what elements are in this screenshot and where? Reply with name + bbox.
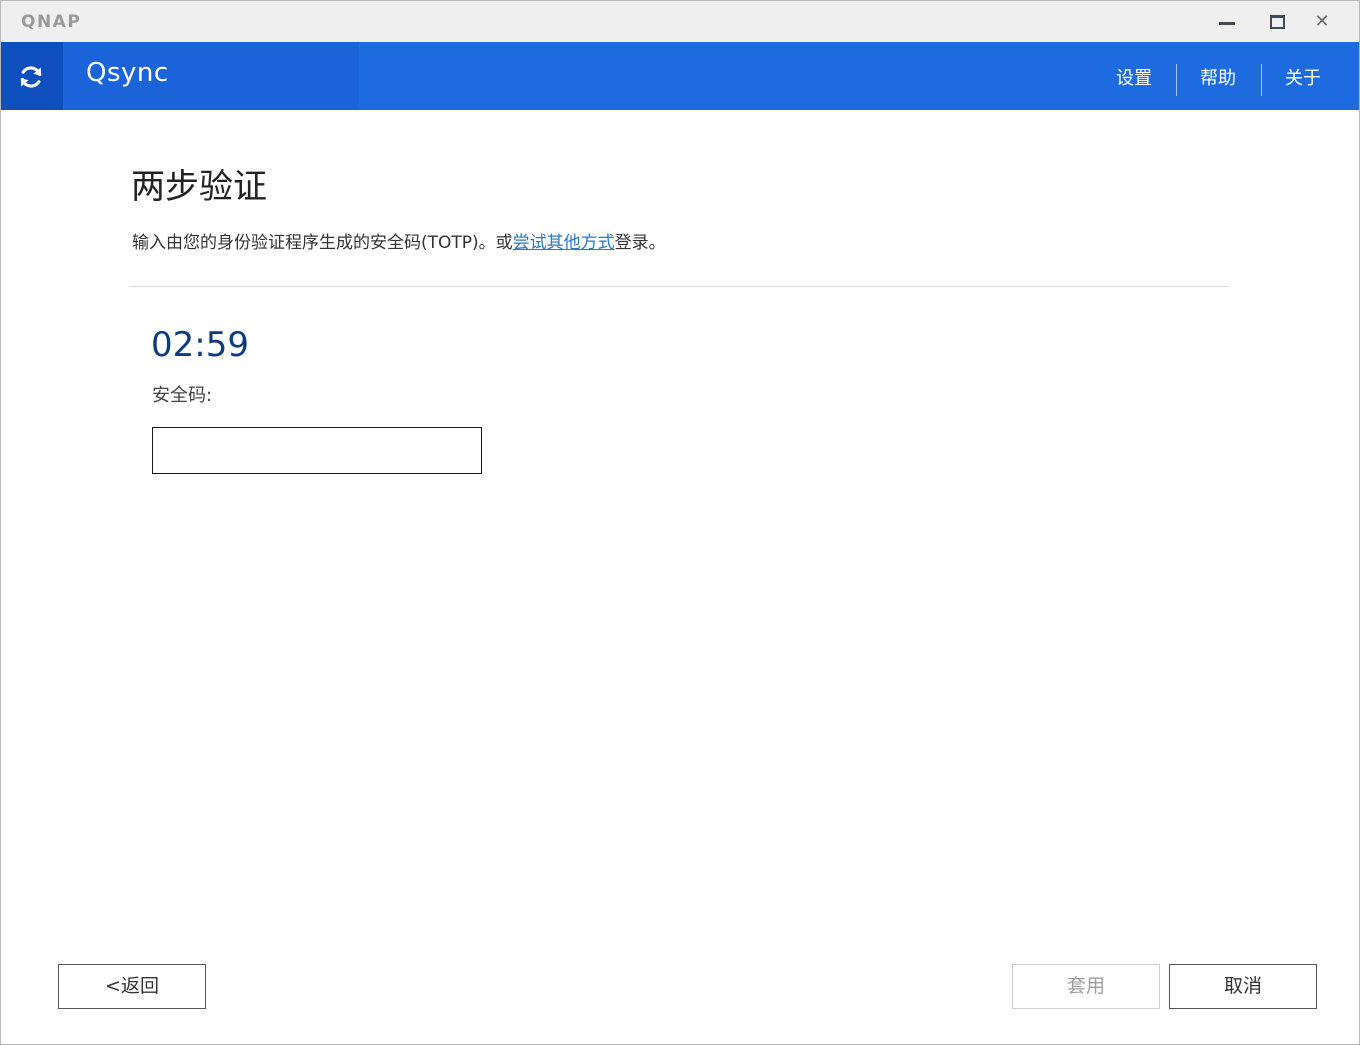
qnap-logo: QNAP xyxy=(21,12,82,32)
app-window: QNAP ✕ Qsync 设置 帮助 关于 两步验证 输入由您的身份验证程序生成… xyxy=(0,0,1360,1045)
nav-divider xyxy=(1261,64,1262,96)
apply-button[interactable]: 套用 xyxy=(1012,964,1160,1009)
app-logo xyxy=(1,42,63,110)
cancel-button[interactable]: 取消 xyxy=(1169,964,1317,1009)
back-button[interactable]: <返回 xyxy=(58,964,206,1009)
sync-icon xyxy=(20,66,42,88)
nav-settings[interactable]: 设置 xyxy=(1116,64,1152,90)
description-prefix: 输入由您的身份验证程序生成的安全码(TOTP)。或 xyxy=(132,233,513,253)
section-divider xyxy=(129,286,1229,287)
countdown-timer: 02:59 xyxy=(151,325,249,365)
security-code-label: 安全码: xyxy=(152,385,213,406)
app-name: Qsync xyxy=(86,58,169,88)
security-code-input[interactable] xyxy=(152,427,482,474)
page-description: 输入由您的身份验证程序生成的安全码(TOTP)。或尝试其他方式登录。 xyxy=(132,228,666,253)
try-other-method-link[interactable]: 尝试其他方式 xyxy=(513,233,615,253)
description-suffix: 登录。 xyxy=(614,233,666,253)
app-header: Qsync 设置 帮助 关于 xyxy=(1,42,1359,110)
app-name-panel: Qsync xyxy=(63,42,359,110)
nav-divider xyxy=(1176,64,1177,96)
close-icon: ✕ xyxy=(1314,11,1330,32)
minimize-button[interactable] xyxy=(1212,9,1242,35)
close-button[interactable]: ✕ xyxy=(1307,9,1337,35)
title-bar: QNAP ✕ xyxy=(1,1,1359,42)
maximize-button[interactable] xyxy=(1262,9,1292,35)
nav-about[interactable]: 关于 xyxy=(1285,64,1321,90)
page-title: 两步验证 xyxy=(131,167,267,207)
nav-help[interactable]: 帮助 xyxy=(1200,64,1236,90)
